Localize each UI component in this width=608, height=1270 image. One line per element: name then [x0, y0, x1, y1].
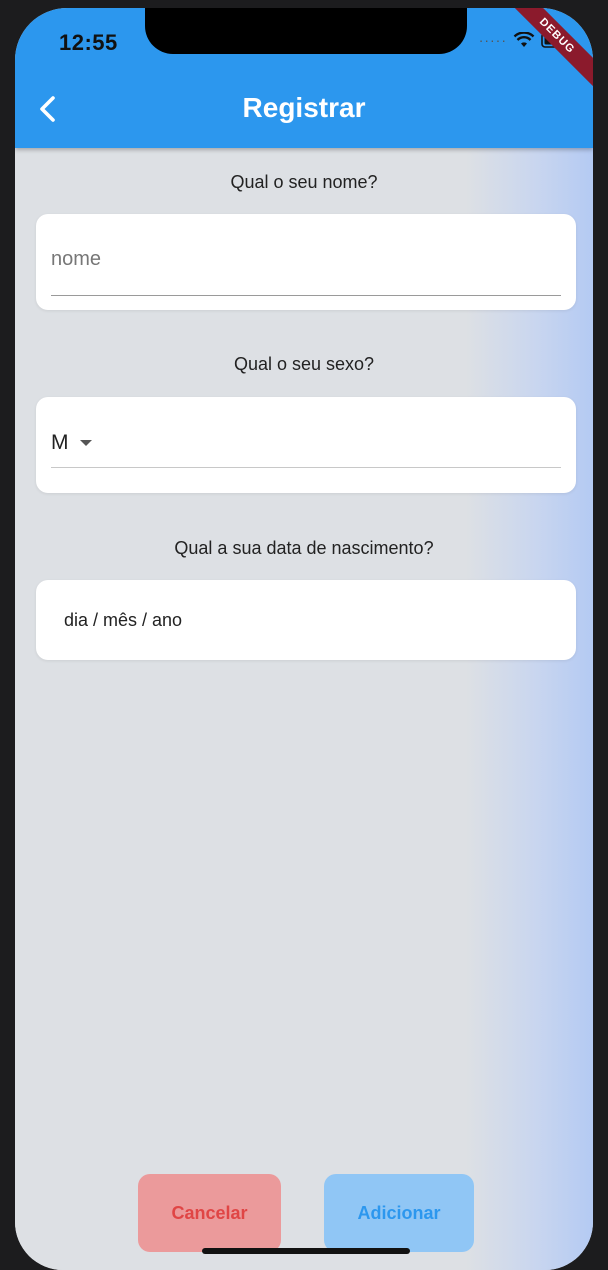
dropdown-arrow-icon — [79, 440, 92, 446]
birthdate-question: Qual a sua data de nascimento? — [174, 538, 434, 558]
birthdate-value: dia / mês / ano — [64, 610, 183, 630]
status-time: 12:55 — [59, 30, 118, 55]
sex-underline — [51, 467, 561, 468]
name-card — [36, 214, 576, 310]
name-input[interactable] — [51, 248, 561, 271]
app-bar: 12:55 ····· DEBUG Registrar — [15, 8, 593, 148]
page-background — [15, 148, 593, 1270]
home-indicator — [202, 1248, 410, 1254]
cancel-button[interactable]: Cancelar — [138, 1174, 281, 1252]
name-question: Qual o seu nome? — [230, 172, 378, 192]
wifi-icon — [513, 32, 535, 48]
sex-question: Qual o seu sexo? — [233, 354, 375, 374]
phone-screen: 12:55 ····· DEBUG Registrar Qual o seu n… — [15, 8, 593, 1270]
sex-selected-value: M — [51, 431, 69, 454]
device-notch — [145, 8, 467, 54]
page-title: Registrar — [242, 92, 366, 123]
sex-card: M — [36, 397, 576, 493]
name-underline — [51, 295, 561, 296]
add-button[interactable]: Adicionar — [324, 1174, 474, 1252]
debug-banner: DEBUG — [500, 8, 593, 93]
sex-dropdown[interactable]: M — [51, 431, 93, 455]
birthdate-field[interactable]: dia / mês / ano — [36, 580, 576, 660]
signal-icon: ····· — [478, 32, 507, 48]
